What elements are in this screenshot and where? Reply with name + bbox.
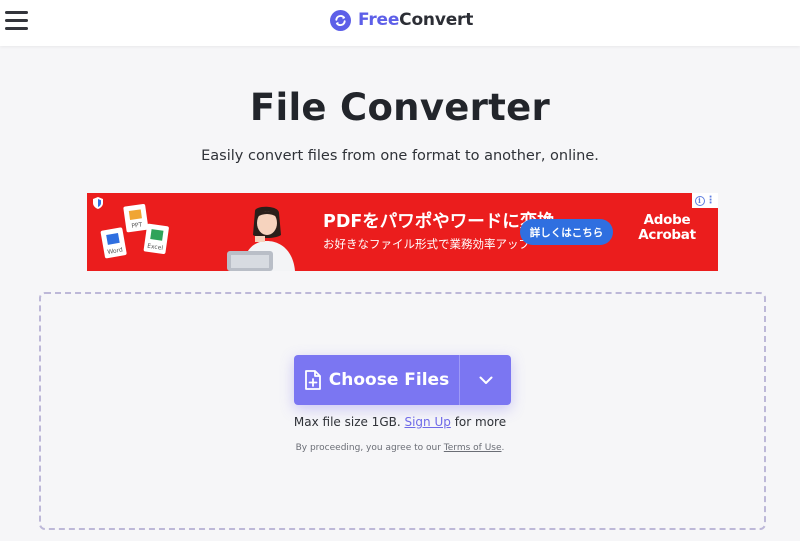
ad-brand-line1: Adobe <box>643 212 691 228</box>
document-icons-illustration: PPT Word Excel <box>100 204 169 259</box>
ad-subline: お好きなファイル形式で業務効率アップ <box>323 237 530 251</box>
brand-name: FreeConvert <box>358 10 473 30</box>
legal-prefix: By proceeding, you agree to our <box>295 443 444 453</box>
ad-cta-button[interactable]: 詳しくはこちら <box>520 219 613 245</box>
upload-source-dropdown-button[interactable] <box>460 355 511 405</box>
ad-brand-line2: Acrobat <box>638 227 696 243</box>
ad-info-badge[interactable]: i ⋮ <box>692 193 718 208</box>
chevron-down-icon <box>479 376 492 384</box>
ad-brand-logo: Adobe Acrobat <box>635 213 699 243</box>
terms-of-use-link[interactable]: Terms of Use <box>444 443 502 453</box>
file-plus-icon <box>304 370 321 390</box>
terms-notice: By proceeding, you agree to our Terms of… <box>0 443 800 453</box>
limit-suffix: for more <box>450 415 507 429</box>
top-header: FreeConvert <box>0 0 800 46</box>
page-title: File Converter <box>249 86 551 129</box>
refresh-icon <box>330 9 351 31</box>
file-size-limit-text: Max file size 1GB. Sign Up for more <box>0 415 800 429</box>
brand-name-free: Free <box>358 10 400 30</box>
choose-files-label: Choose Files <box>328 370 450 390</box>
file-dropzone[interactable] <box>39 292 766 530</box>
choose-files-button-group: Choose Files <box>294 355 511 405</box>
sign-up-link[interactable]: Sign Up <box>404 415 450 429</box>
ad-banner[interactable]: i ⋮ PPT Word Excel PDFをパワポやワードに変換 お好きなファ… <box>87 193 718 271</box>
more-options-icon: ⋮ <box>705 194 716 206</box>
brand-logo[interactable]: FreeConvert <box>330 9 473 31</box>
choose-files-button[interactable]: Choose Files <box>294 355 459 405</box>
brand-name-convert: Convert <box>399 10 474 30</box>
hamburger-menu-icon[interactable] <box>5 10 29 32</box>
limit-prefix: Max file size 1GB. <box>293 415 405 429</box>
page-subtitle: Easily convert files from one format to … <box>201 148 599 164</box>
person-with-laptop-illustration <box>227 206 295 271</box>
legal-suffix: . <box>501 443 505 453</box>
info-icon: i <box>694 195 705 206</box>
